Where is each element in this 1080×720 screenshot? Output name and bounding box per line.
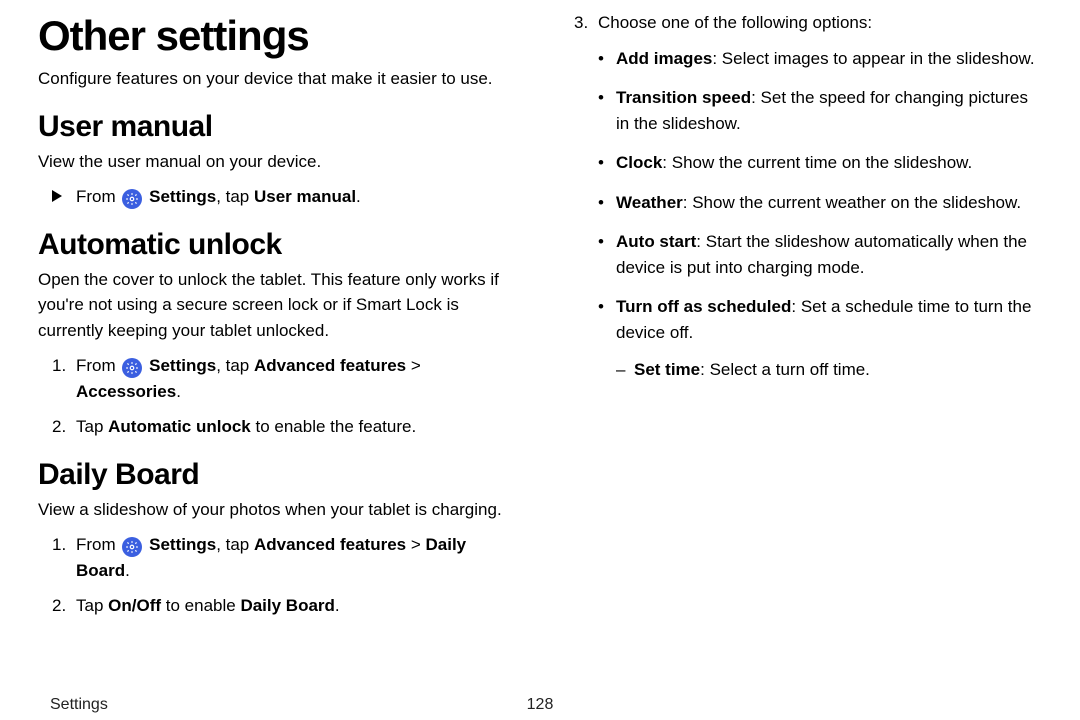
list-item: Weather: Show the current weather on the… — [598, 190, 1042, 216]
settings-gear-icon — [122, 358, 142, 378]
heading-user-manual: User manual — [38, 110, 520, 143]
daily-board-options: Add images: Select images to appear in t… — [560, 46, 1042, 383]
option-title: Add images — [616, 49, 712, 68]
step-number: 2. — [52, 414, 76, 440]
page-title: Other settings — [38, 14, 520, 58]
option-desc: : Show the current weather on the slides… — [683, 193, 1021, 212]
heading-automatic-unlock: Automatic unlock — [38, 228, 520, 261]
text: From — [76, 535, 120, 554]
step-number: 1. — [52, 353, 76, 379]
settings-label: Settings — [149, 187, 216, 206]
intro-text: Configure features on your device that m… — [38, 66, 520, 92]
target-label: On/Off — [108, 596, 161, 615]
settings-label: Settings — [149, 535, 216, 554]
option-title: Set time — [634, 360, 700, 379]
settings-label: Settings — [149, 356, 216, 375]
sub-option: Set time: Select a turn off time. — [616, 357, 1042, 383]
option-desc: : Select images to appear in the slidesh… — [712, 49, 1034, 68]
page-number: 128 — [527, 696, 554, 714]
target-label: Daily Board — [240, 596, 334, 615]
daily-board-step-2: 2. Tap On/Off to enable Daily Board. — [38, 593, 520, 619]
text: . — [125, 561, 130, 580]
option-desc: : Select a turn off time. — [700, 360, 870, 379]
daily-board-step-1: 1. From Settings, tap Advanced features … — [38, 532, 520, 583]
text: Tap — [76, 596, 108, 615]
list-item: Add images: Select images to appear in t… — [598, 46, 1042, 72]
heading-daily-board: Daily Board — [38, 458, 520, 491]
text: Choose one of the following options: — [598, 10, 1042, 36]
option-title: Transition speed — [616, 88, 751, 107]
settings-gear-icon — [122, 537, 142, 557]
step-number: 1. — [52, 532, 76, 558]
step-number: 3. — [574, 10, 598, 36]
option-title: Turn off as scheduled — [616, 297, 791, 316]
text: , tap — [216, 535, 254, 554]
step-number: 2. — [52, 593, 76, 619]
option-title: Auto start — [616, 232, 696, 251]
auto-unlock-desc: Open the cover to unlock the tablet. Thi… — [38, 267, 520, 344]
list-item: Turn off as scheduled: Set a schedule ti… — [598, 294, 1042, 383]
option-title: Clock — [616, 153, 662, 172]
option-title: Weather — [616, 193, 683, 212]
text: From — [76, 187, 120, 206]
list-item: Transition speed: Set the speed for chan… — [598, 85, 1042, 136]
daily-board-desc: View a slideshow of your photos when you… — [38, 497, 520, 523]
separator: > — [406, 535, 425, 554]
separator: > — [406, 356, 421, 375]
text: . — [335, 596, 340, 615]
target-label: Automatic unlock — [108, 417, 251, 436]
page-footer: Settings 128 — [0, 696, 1080, 714]
manual-page: Other settings Configure features on you… — [0, 0, 1080, 685]
target-label: User manual — [254, 187, 356, 206]
daily-board-step-3: 3. Choose one of the following options: — [560, 10, 1042, 36]
text: . — [176, 382, 181, 401]
text: , tap — [216, 356, 254, 375]
text: to enable — [161, 596, 240, 615]
list-item: Auto start: Start the slideshow automati… — [598, 229, 1042, 280]
text: Tap — [76, 417, 108, 436]
target-label: Advanced features — [254, 535, 406, 554]
auto-unlock-step-1: 1. From Settings, tap Advanced features … — [38, 353, 520, 404]
target-label: Advanced features — [254, 356, 406, 375]
list-item: Clock: Show the current time on the slid… — [598, 150, 1042, 176]
footer-section: Settings — [50, 696, 108, 714]
auto-unlock-step-2: 2. Tap Automatic unlock to enable the fe… — [38, 414, 520, 440]
triangle-bullet-icon — [52, 184, 76, 210]
settings-gear-icon — [122, 189, 142, 209]
text: From — [76, 356, 120, 375]
option-desc: : Show the current time on the slideshow… — [662, 153, 972, 172]
text: , tap — [216, 187, 254, 206]
user-manual-step: From Settings, tap User manual. — [38, 184, 520, 210]
text: . — [356, 187, 361, 206]
text: to enable the feature. — [251, 417, 416, 436]
target-label: Accessories — [76, 382, 176, 401]
user-manual-desc: View the user manual on your device. — [38, 149, 520, 175]
